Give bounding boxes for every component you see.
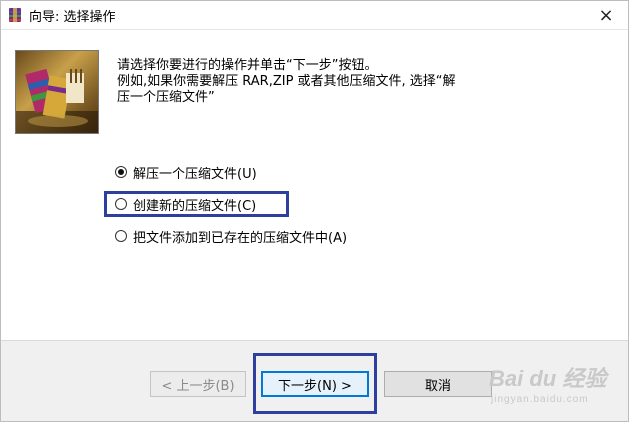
option-label: 解压一个压缩文件(U) <box>133 166 257 182</box>
radio-unchecked-icon[interactable] <box>115 230 127 242</box>
annotation-highlight-next <box>253 353 377 414</box>
option-add-to-existing[interactable]: 把文件添加到已存在的压缩文件中(A) <box>115 225 347 247</box>
watermark-url: jingyan.baidu.com <box>491 394 589 405</box>
option-extract[interactable]: 解压一个压缩文件(U) <box>115 161 347 183</box>
annotation-highlight-option <box>104 191 289 217</box>
cancel-button[interactable]: 取消 <box>384 371 492 397</box>
winrar-logo-icon <box>15 50 99 134</box>
divider <box>1 340 628 341</box>
winrar-icon <box>7 7 23 23</box>
close-icon: × <box>598 4 614 26</box>
radio-checked-icon[interactable] <box>115 166 127 178</box>
content-area: 请选择你要进行的操作并单击“下一步”按钮。 例如,如果你需要解压 RAR,ZIP… <box>1 30 628 340</box>
instruction-line-3: 压一个压缩文件” <box>117 90 215 105</box>
watermark: Bai du 经验 jingyan.baidu.com <box>489 361 624 409</box>
back-button[interactable]: < 上一步(B) <box>150 371 246 397</box>
instruction-line-2: 例如,如果你需要解压 RAR,ZIP 或者其他压缩文件, 选择“解 <box>117 74 456 89</box>
instructions-text: 请选择你要进行的操作并单击“下一步”按钮。 例如,如果你需要解压 RAR,ZIP… <box>117 58 587 106</box>
close-button[interactable]: × <box>588 1 624 29</box>
title-bar: 向导: 选择操作 × <box>1 1 628 30</box>
watermark-brand: Bai du 经验 <box>489 366 607 391</box>
wizard-window: 向导: 选择操作 × 请选择你要进行的操作并单击“下一步”按钮。 例如,如果你需… <box>0 0 629 422</box>
option-label: 把文件添加到已存在的压缩文件中(A) <box>133 230 348 246</box>
window-title: 向导: 选择操作 <box>29 10 116 25</box>
instruction-line-1: 请选择你要进行的操作并单击“下一步”按钮。 <box>117 58 378 73</box>
